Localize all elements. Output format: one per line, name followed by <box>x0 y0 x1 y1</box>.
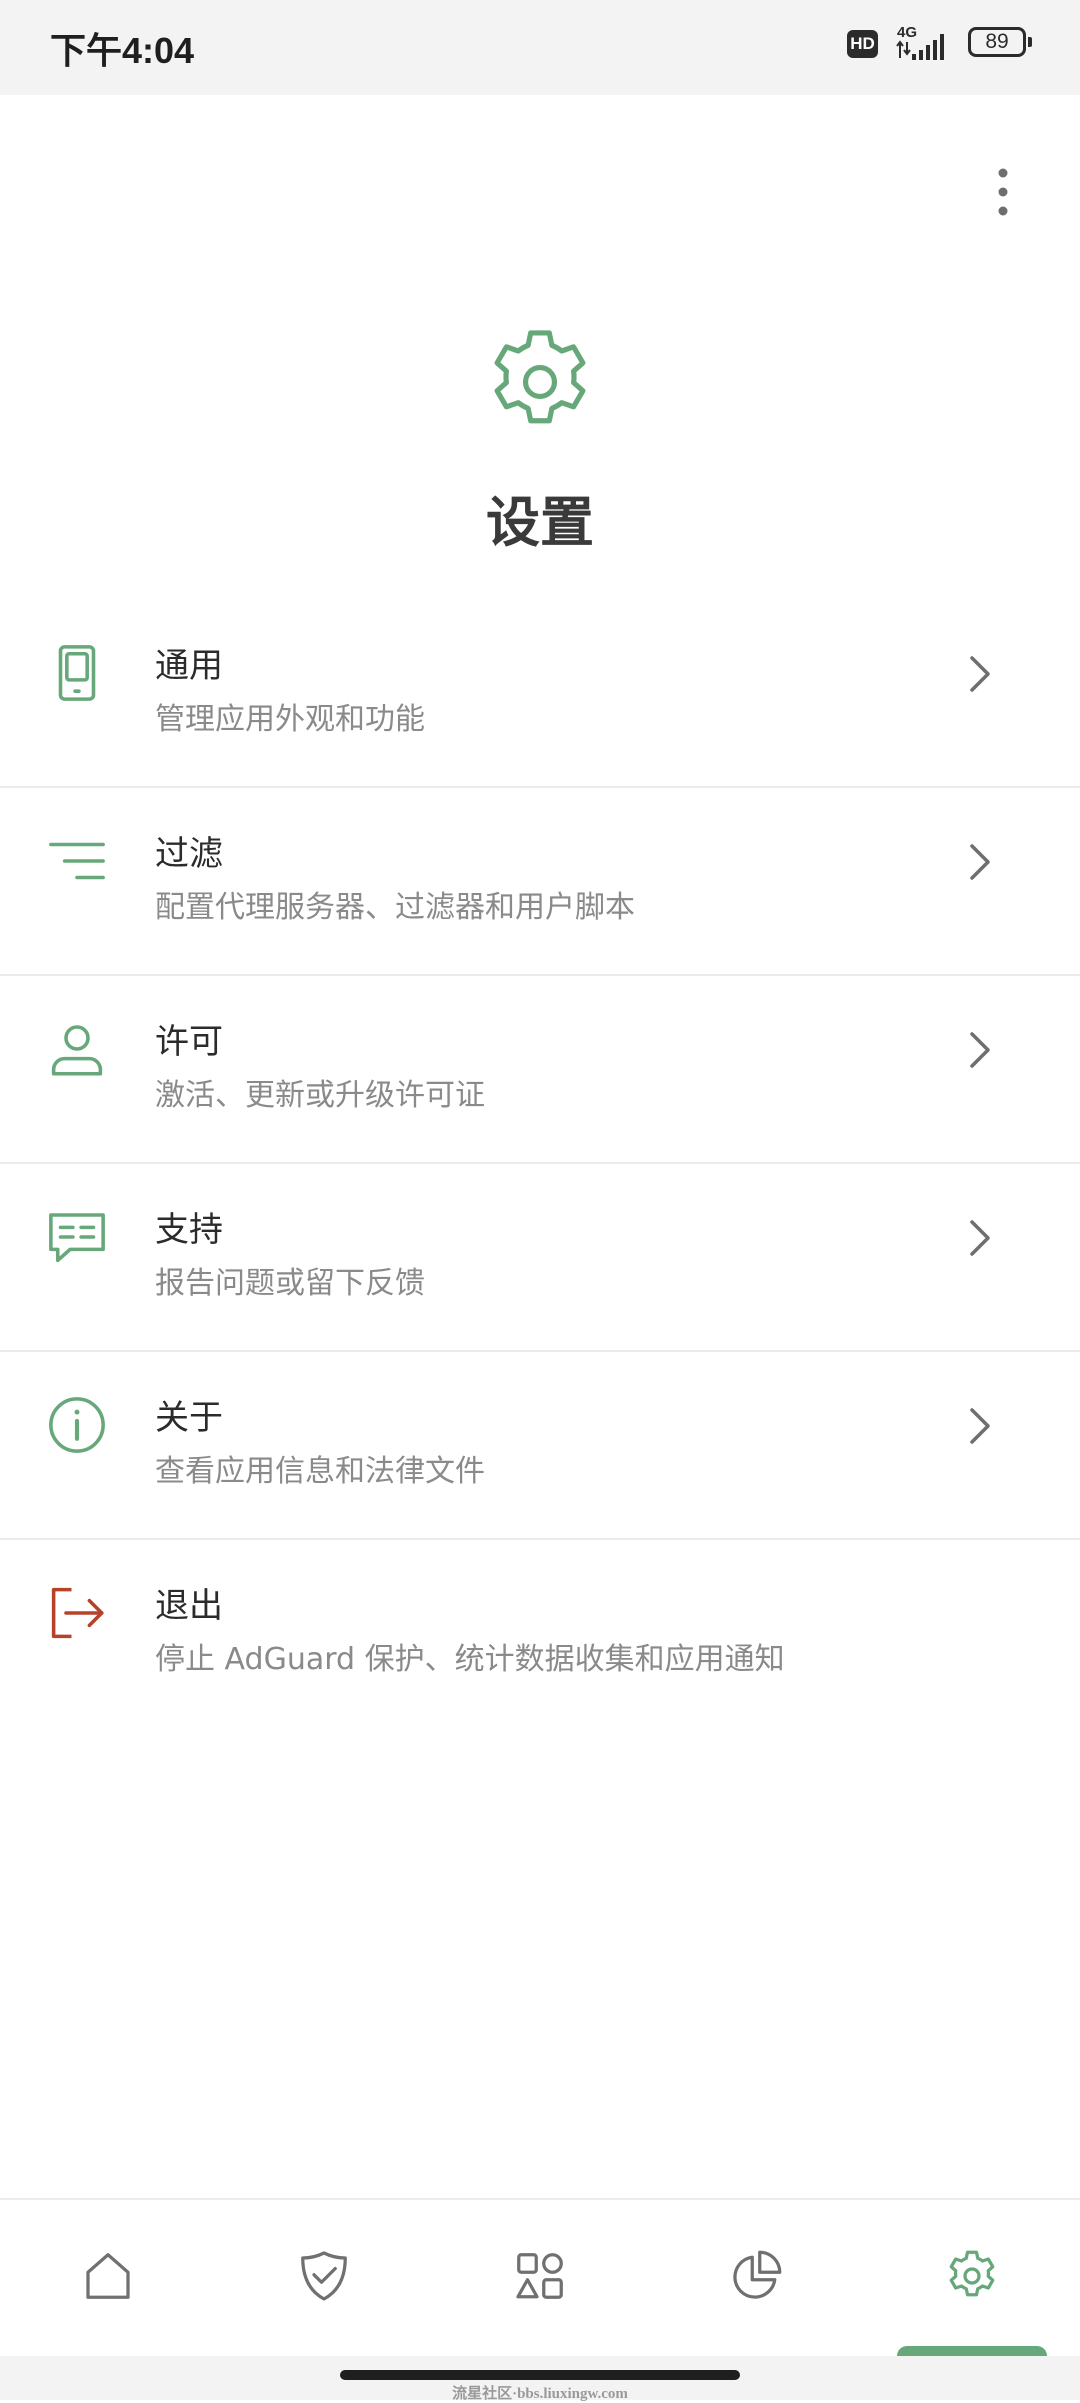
nav-tab-home[interactable] <box>0 2200 216 2358</box>
bottom-navigation <box>0 2198 1080 2360</box>
menu-item-subtitle: 停止 AdGuard 保护、统计数据收集和应用通知 <box>155 1642 785 1677</box>
menu-item-subtitle: 报告问题或留下反馈 <box>155 1266 425 1301</box>
apps-icon <box>516 2253 563 2299</box>
menu-item-subtitle: 激活、更新或升级许可证 <box>155 1078 485 1113</box>
nav-tab-apps[interactable] <box>432 2200 648 2358</box>
menu-item-subtitle: 查看应用信息和法律文件 <box>155 1454 485 1489</box>
settings-menu: 通用 管理应用外观和功能 过滤 配置代理服务器、过滤器和用户脚本 许可 激活、更… <box>0 600 1080 1726</box>
status-time: 下午4:04 <box>50 30 195 71</box>
menu-item-label: 支持 <box>155 1210 223 1250</box>
person-icon <box>51 1025 103 1076</box>
nav-tab-protection[interactable] <box>216 2200 432 2358</box>
home-indicator[interactable] <box>340 2370 740 2380</box>
chevron-right-icon <box>970 656 990 692</box>
status-bar: 下午4:04 HD 4G 89 <box>0 0 1080 95</box>
menu-item-label: 许可 <box>155 1022 223 1062</box>
menu-item-general[interactable]: 通用 管理应用外观和功能 <box>0 600 1080 788</box>
signal-icon <box>896 34 944 60</box>
logout-icon <box>51 1587 104 1639</box>
phone-icon <box>58 645 96 701</box>
shield-check-icon <box>301 2251 347 2301</box>
menu-item-filtering[interactable]: 过滤 配置代理服务器、过滤器和用户脚本 <box>0 788 1080 976</box>
info-icon <box>49 1397 105 1453</box>
home-icon <box>86 2253 130 2299</box>
chat-icon <box>49 1213 105 1263</box>
menu-item-about[interactable]: 关于 查看应用信息和法律文件 <box>0 1352 1080 1540</box>
battery-level: 89 <box>985 30 1009 53</box>
settings-gear-icon <box>494 330 586 424</box>
menu-item-support[interactable]: 支持 报告问题或留下反馈 <box>0 1164 1080 1352</box>
gear-icon <box>949 2250 995 2297</box>
menu-item-label: 退出 <box>155 1586 223 1626</box>
chevron-right-icon <box>970 1408 990 1444</box>
gesture-bar: 流星社区·bbs.liuxingw.com <box>0 2356 1080 2402</box>
menu-item-label: 过滤 <box>155 834 223 874</box>
menu-item-exit[interactable]: 退出 停止 AdGuard 保护、统计数据收集和应用通知 <box>0 1540 1080 1726</box>
battery-icon: 89 <box>968 27 1032 57</box>
nav-tab-settings[interactable] <box>864 2200 1080 2358</box>
chevron-right-icon <box>970 1220 990 1256</box>
menu-item-label: 关于 <box>155 1398 223 1438</box>
hd-badge: HD <box>847 30 878 58</box>
chevron-right-icon <box>970 844 990 880</box>
menu-item-subtitle: 管理应用外观和功能 <box>155 702 425 737</box>
filter-icon <box>49 842 105 880</box>
menu-item-label: 通用 <box>155 646 223 686</box>
more-vertical-icon <box>998 168 1008 216</box>
pie-chart-icon <box>733 2250 782 2299</box>
more-options-button[interactable] <box>975 160 1031 224</box>
chevron-right-icon <box>970 1032 990 1068</box>
page-title: 设置 <box>486 491 594 554</box>
menu-item-license[interactable]: 许可 激活、更新或升级许可证 <box>0 976 1080 1164</box>
menu-item-subtitle: 配置代理服务器、过滤器和用户脚本 <box>155 890 635 925</box>
nav-tab-statistics[interactable] <box>648 2200 864 2358</box>
